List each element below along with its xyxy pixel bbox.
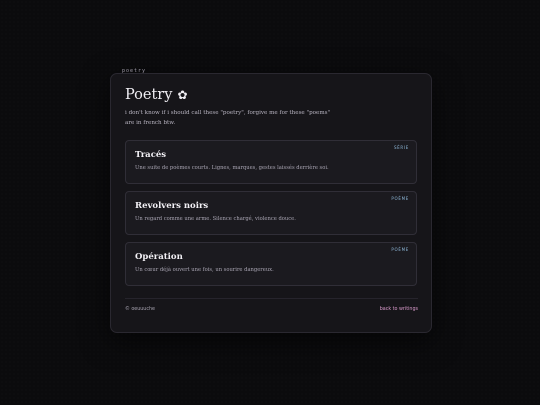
intro-text: i don't know if i should call these "poe… <box>125 110 331 126</box>
poetry-panel: Poetry ✿ i don't know if i should call t… <box>110 73 432 333</box>
page-title-text: Poetry <box>125 87 173 103</box>
type-badge: POÈME <box>391 247 409 252</box>
flower-icon: ✿ <box>177 88 188 102</box>
back-to-writings-link[interactable]: back to writings <box>380 307 418 312</box>
card-title: Tracés <box>135 150 167 160</box>
poem-card-traces[interactable]: SÉRIE Tracés Une suite de poèmes courts.… <box>125 140 417 184</box>
poem-card-operation[interactable]: POÈME Opération Un cœur déjà ouvert une … <box>125 242 417 286</box>
card-title: Opération <box>135 252 183 262</box>
type-badge: POÈME <box>391 196 409 201</box>
card-description: Une suite de poèmes courts. Lignes, marq… <box>135 165 329 171</box>
poem-card-revolvers-noirs[interactable]: POÈME Revolvers noirs Un regard comme un… <box>125 191 417 235</box>
card-title: Revolvers noirs <box>135 201 209 211</box>
footer-divider <box>125 298 418 299</box>
type-badge: SÉRIE <box>393 145 409 150</box>
footer: © oeuuuche back to writings <box>125 307 418 312</box>
copyright-text: © oeuuuche <box>125 307 155 312</box>
card-description: Un cœur déjà ouvert une fois, un sourire… <box>135 267 274 273</box>
card-description: Un regard comme une arme. Silence chargé… <box>135 216 296 222</box>
page-title: Poetry ✿ <box>125 87 188 103</box>
